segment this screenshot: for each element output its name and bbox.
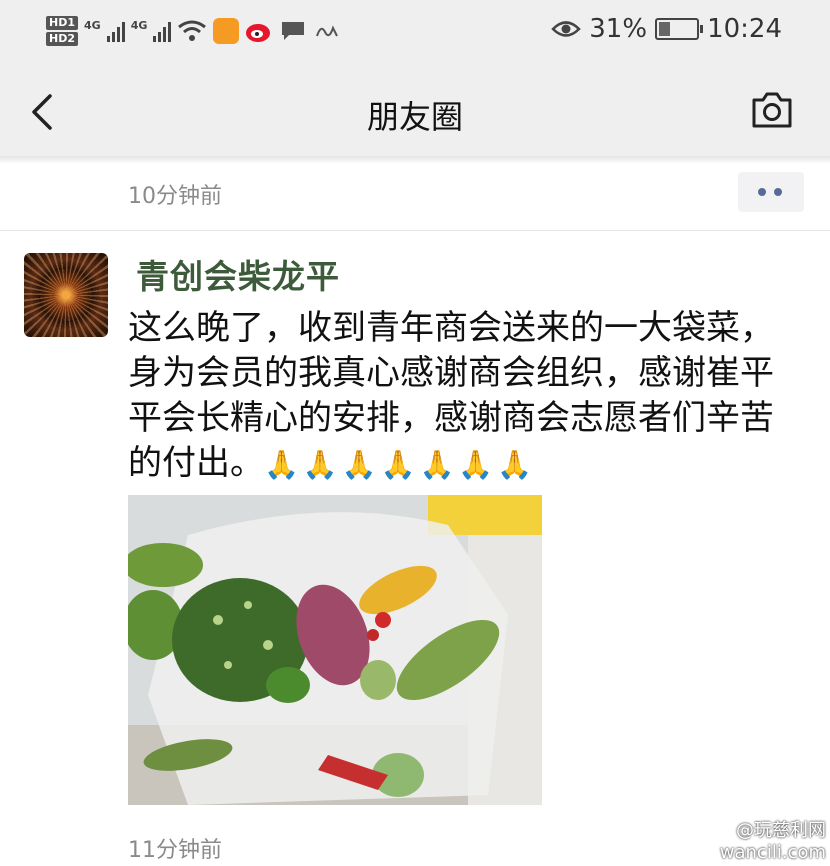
page-title: 朋友圈	[366, 98, 463, 136]
camera-icon[interactable]	[750, 90, 794, 130]
header-shadow	[0, 156, 830, 164]
chat-bubble-icon	[282, 22, 305, 40]
post-separator	[0, 230, 830, 231]
post-text: 这么晚了，收到青年商会送来的一大袋菜，身为会员的我真心感谢商会组织，感谢崔平平会…	[128, 306, 778, 487]
status-left-icons: HD1 HD2 4G 4G	[46, 6, 341, 56]
post-photo[interactable]	[128, 495, 542, 805]
wifi-icon	[178, 20, 207, 41]
watermark-line2: wancili.com	[719, 842, 826, 863]
sim-indicators: HD1 HD2	[46, 16, 78, 46]
video-app-icon	[213, 18, 240, 44]
weibo-icon	[246, 24, 271, 42]
previous-post-more-button[interactable]	[738, 172, 804, 212]
status-right: 31% 10:24	[551, 12, 782, 46]
battery-percent: 31%	[589, 14, 648, 44]
network-type-1: 4G	[84, 18, 101, 32]
status-bar: HD1 HD2 4G 4G 31% 10:24	[0, 0, 830, 70]
app-text-icon	[316, 25, 339, 37]
battery-icon	[655, 18, 704, 40]
post-timestamp: 11分钟前	[128, 838, 222, 863]
author-name[interactable]: 青创会柴龙平	[136, 250, 340, 298]
signal-icon-2	[153, 20, 172, 42]
navigation-bar: 朋友圈	[0, 70, 830, 156]
dot-icon	[758, 188, 766, 196]
sim2-label: HD2	[46, 32, 78, 46]
praying-hands-emoji: 🙏🙏🙏🙏🙏🙏🙏	[264, 448, 537, 481]
watermark: @玩慈利网 wancili.com	[720, 820, 826, 864]
author-avatar[interactable]	[24, 253, 108, 337]
eye-icon	[551, 21, 582, 37]
signal-icon-1	[106, 20, 125, 42]
clock: 10:24	[707, 14, 782, 44]
vegetable-bag-image	[128, 495, 542, 805]
dot-icon	[774, 188, 782, 196]
sim1-label: HD1	[46, 16, 78, 30]
battery-fill	[659, 22, 671, 36]
network-type-2: 4G	[130, 18, 148, 32]
watermark-line1: @玩慈利网	[736, 820, 826, 841]
previous-post-timestamp: 10分钟前	[128, 184, 222, 209]
